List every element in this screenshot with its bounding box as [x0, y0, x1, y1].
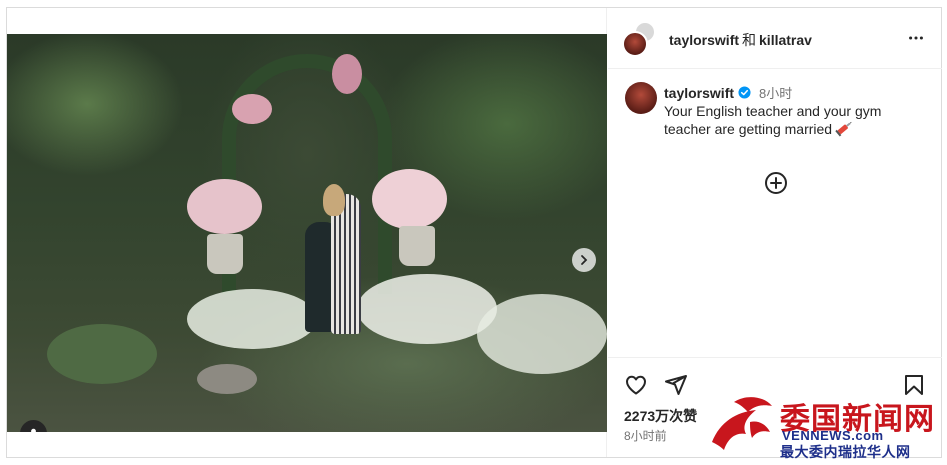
- flower-bed: [477, 294, 607, 374]
- header-conj: 和: [742, 32, 757, 48]
- flower-cluster: [332, 54, 362, 94]
- flower-bed: [187, 289, 317, 349]
- add-circle-icon[interactable]: [764, 171, 788, 195]
- avatar-primary: [622, 31, 648, 57]
- caption-header: taylorswift 8小时: [664, 83, 792, 102]
- flower-bed: [357, 274, 497, 344]
- send-icon[interactable]: [664, 373, 688, 397]
- caption-username[interactable]: taylorswift: [664, 85, 734, 101]
- watermark-subtitle: 最大委内瑞拉华人网: [780, 444, 911, 460]
- verified-badge-icon: [738, 86, 751, 99]
- heart-icon[interactable]: [624, 373, 648, 397]
- instagram-post: taylorswift 和 killatrav taylorswift 8小时 Yo…: [6, 7, 942, 458]
- stone-urn: [399, 226, 435, 266]
- site-watermark: 委国新闻网 VENNEWS.com 最大委内瑞拉华人网: [706, 392, 944, 462]
- stone-urn: [207, 234, 243, 274]
- flower-cluster: [187, 179, 262, 234]
- dragon-logo-icon: [712, 397, 772, 450]
- caption-text: Your English teacher and your gym teache…: [664, 102, 926, 138]
- watermark-url: VENNEWS.com: [782, 428, 884, 443]
- avatar[interactable]: [622, 21, 658, 57]
- flower-cluster: [232, 94, 272, 124]
- post-media: [7, 8, 607, 457]
- post-header: taylorswift 和 killatrav: [608, 8, 942, 69]
- shrub: [47, 324, 157, 384]
- garden-rock: [197, 364, 257, 394]
- more-horizontal-icon[interactable]: [906, 28, 926, 48]
- header-user2[interactable]: killatrav: [759, 32, 812, 48]
- post-timestamp[interactable]: 8小时前: [624, 427, 667, 444]
- post-sidebar: taylorswift 和 killatrav taylorswift 8小时 Yo…: [608, 8, 942, 457]
- post-photo[interactable]: [7, 34, 607, 432]
- likes-count[interactable]: 2273万次赞: [624, 406, 697, 426]
- syringe-emoji: [835, 121, 852, 137]
- flower-cluster: [372, 169, 447, 229]
- header-user1[interactable]: taylorswift: [669, 32, 739, 48]
- woman-hair: [323, 184, 345, 216]
- header-usernames: taylorswift 和 killatrav: [669, 30, 812, 50]
- chevron-right-icon[interactable]: [572, 248, 596, 272]
- avatar[interactable]: [625, 82, 657, 114]
- caption-time[interactable]: 8小时: [759, 83, 792, 102]
- user-tag-icon[interactable]: [20, 420, 47, 432]
